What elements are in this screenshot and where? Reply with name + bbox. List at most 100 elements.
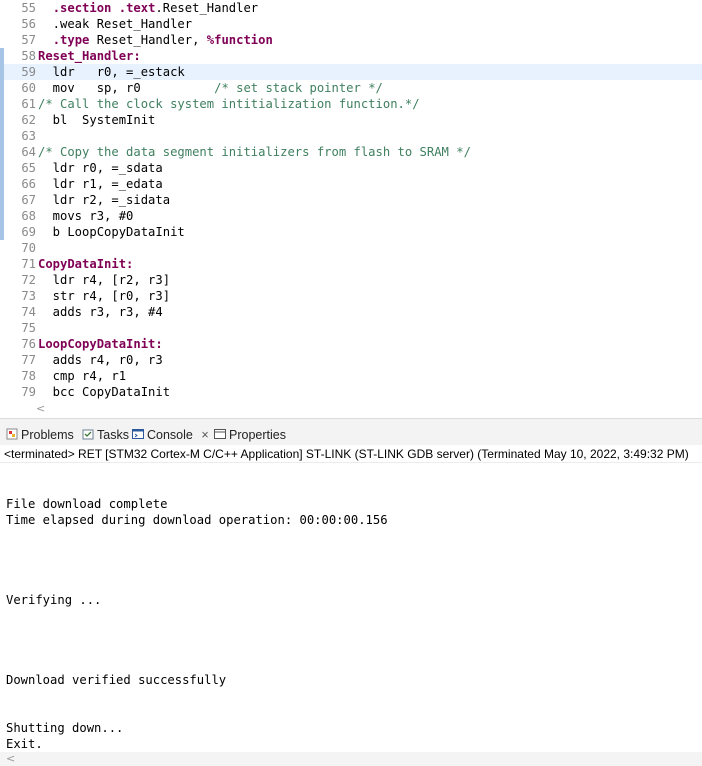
- code-line[interactable]: 71 CopyDataInit:: [0, 256, 702, 272]
- line-number: 68: [21, 209, 36, 223]
- code-line[interactable]: 78 cmp r4, r1: [0, 368, 702, 384]
- console-line: Verifying ...: [6, 593, 102, 607]
- console-line: Time elapsed during download operation: …: [6, 513, 388, 527]
- line-number: 79: [21, 385, 36, 399]
- line-number: 75: [21, 321, 36, 335]
- line-number: 63: [21, 129, 36, 143]
- code-text: bl SystemInit: [38, 112, 156, 128]
- code-token: ldr r1, =_edata: [38, 177, 163, 191]
- line-number: 70: [21, 241, 36, 255]
- code-line[interactable]: 55 .section .text.Reset_Handler: [0, 0, 702, 16]
- bottom-view-panel: Problems Tasks Console × Properties <ter…: [0, 418, 702, 766]
- close-icon[interactable]: ×: [201, 428, 208, 442]
- code-line[interactable]: 75: [0, 320, 702, 336]
- code-line[interactable]: 68 movs r3, #0: [0, 208, 702, 224]
- line-number: 72: [21, 273, 36, 287]
- code-editor[interactable]: 55 .section .text.Reset_Handler 56 .weak …: [0, 0, 702, 418]
- code-token: movs r3, #0: [38, 209, 134, 223]
- code-token: Reset_Handler,: [89, 33, 207, 47]
- code-line[interactable]: 74 adds r3, r3, #4: [0, 304, 702, 320]
- code-text: Reset_Handler:: [38, 48, 141, 64]
- code-token: adds r4, r0, r3: [38, 353, 163, 367]
- code-line[interactable]: 56 .weak Reset_Handler: [0, 16, 702, 32]
- console-line: File download complete: [6, 497, 168, 511]
- code-token: cmp r4, r1: [38, 369, 127, 383]
- code-token: bl SystemInit: [38, 113, 156, 127]
- code-text: CopyDataInit:: [38, 256, 133, 272]
- code-token: mov sp, r0: [38, 81, 215, 95]
- code-line[interactable]: 63: [0, 128, 702, 144]
- code-line[interactable]: 77 adds r4, r0, r3: [0, 352, 702, 368]
- line-number: 57: [21, 33, 36, 47]
- tab-tasks-label: Tasks: [97, 428, 129, 442]
- code-text: ldr r4, [r2, r3]: [38, 272, 170, 288]
- line-number: 71: [21, 257, 36, 271]
- tab-problems[interactable]: Problems: [6, 419, 74, 445]
- tab-console-label: Console: [147, 428, 193, 442]
- tab-console[interactable]: Console ×: [132, 419, 209, 445]
- code-line[interactable]: 70: [0, 240, 702, 256]
- code-line[interactable]: 64/* Copy the data segment initializers …: [0, 144, 702, 160]
- code-token: %function: [206, 33, 273, 47]
- code-token: /* Call the clock system intitialization…: [38, 97, 420, 111]
- tab-properties[interactable]: Properties: [214, 419, 286, 445]
- code-token: ldr r0, =_estack: [38, 65, 185, 79]
- code-token: ldr r2, =_sidata: [38, 193, 171, 207]
- scroll-left-icon[interactable]: <: [36, 400, 45, 418]
- console-horizontal-scrollbar[interactable]: <: [0, 752, 702, 766]
- line-number: 73: [21, 289, 36, 303]
- code-line[interactable]: 57 .type Reset_Handler, %function: [0, 32, 702, 48]
- line-number: 60: [21, 81, 36, 95]
- code-line[interactable]: 60 mov sp, r0 /* set stack pointer */: [0, 80, 702, 96]
- line-number: 64: [21, 145, 36, 159]
- code-line[interactable]: 79 bcc CopyDataInit: [0, 384, 702, 400]
- code-line[interactable]: 59 ldr r0, =_estack: [0, 64, 702, 80]
- code-text: cmp r4, r1: [38, 368, 126, 384]
- code-token: Reset_Handler:: [38, 49, 141, 63]
- console-output[interactable]: File download complete Time elapsed durin…: [0, 464, 702, 751]
- line-number: 74: [21, 305, 36, 319]
- line-number: 69: [21, 225, 36, 239]
- code-text: .section .text.Reset_Handler: [38, 0, 258, 16]
- code-line[interactable]: 66 ldr r1, =_edata: [0, 176, 702, 192]
- code-text: ldr r0, =_sdata: [38, 160, 163, 176]
- line-number: 58: [21, 49, 36, 63]
- code-token: ldr r4, [r2, r3]: [38, 273, 171, 287]
- code-text: /* Copy the data segment initializers fr…: [38, 144, 471, 160]
- code-line[interactable]: 62 bl SystemInit: [0, 112, 702, 128]
- code-token: /* set stack pointer */: [214, 81, 383, 95]
- code-line[interactable]: 73 str r4, [r0, r3]: [0, 288, 702, 304]
- code-text: adds r3, r3, #4: [38, 304, 163, 320]
- tab-problems-label: Problems: [21, 428, 74, 442]
- scroll-left-icon[interactable]: <: [6, 752, 15, 766]
- code-line[interactable]: 76 LoopCopyDataInit:: [0, 336, 702, 352]
- line-number: 59: [21, 65, 36, 79]
- code-line[interactable]: 67 ldr r2, =_sidata: [0, 192, 702, 208]
- code-token: .type: [52, 33, 90, 47]
- code-line[interactable]: 65 ldr r0, =_sdata: [0, 160, 702, 176]
- console-status-line: <terminated> RET [STM32 Cortex-M C/C++ A…: [0, 445, 702, 463]
- line-number: 55: [21, 1, 36, 15]
- code-line[interactable]: 72 ldr r4, [r2, r3]: [0, 272, 702, 288]
- code-token: LoopCopyDataInit:: [38, 337, 163, 351]
- code-line[interactable]: 69 b LoopCopyDataInit: [0, 224, 702, 240]
- line-number: 56: [21, 17, 36, 31]
- code-text: bcc CopyDataInit: [38, 384, 170, 400]
- line-number: 78: [21, 369, 36, 383]
- code-token: .Reset_Handler: [155, 1, 259, 15]
- line-number: 61: [21, 97, 36, 111]
- editor-horizontal-scrollbar[interactable]: <: [0, 400, 702, 418]
- code-token: adds r3, r3, #4: [38, 305, 163, 319]
- code-text: ldr r2, =_sidata: [38, 192, 170, 208]
- code-token: bcc CopyDataInit: [38, 385, 171, 399]
- code-text: movs r3, #0: [38, 208, 134, 224]
- code-token: b LoopCopyDataInit: [38, 225, 185, 239]
- code-token: str r4, [r0, r3]: [38, 289, 171, 303]
- tab-properties-label: Properties: [229, 428, 286, 442]
- code-line[interactable]: 61/* Call the clock system intitializati…: [0, 96, 702, 112]
- line-number: 62: [21, 113, 36, 127]
- code-line[interactable]: 58 Reset_Handler:: [0, 48, 702, 64]
- tab-tasks[interactable]: Tasks: [82, 419, 129, 445]
